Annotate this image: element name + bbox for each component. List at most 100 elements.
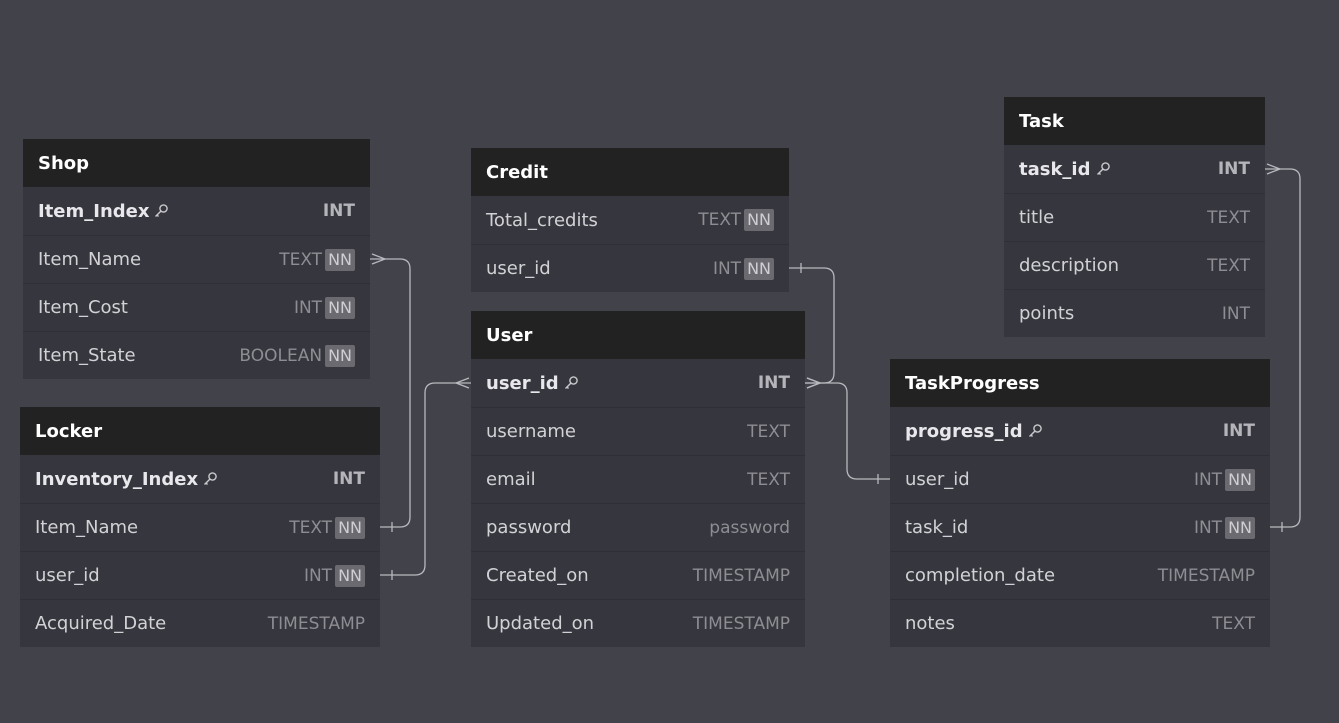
field-row-inventory-index[interactable]: Inventory_Index INT [20, 455, 380, 503]
many-marker [371, 253, 387, 265]
field-name-text: title [1019, 207, 1055, 228]
not-null-badge: NN [325, 344, 355, 367]
entity-header-task[interactable]: Task [1004, 97, 1265, 145]
entity-header-credit[interactable]: Credit [471, 148, 789, 196]
field-name-text: Item_Name [35, 517, 139, 538]
field-row-item-name[interactable]: Item_Name TEXT NN [20, 503, 380, 551]
entity-credit[interactable]: Credit Total_credits TEXT NN user_id INT NN [471, 148, 789, 292]
field-row-created-on[interactable]: Created_on TIMESTAMP [471, 551, 805, 599]
field-row-user-id[interactable]: user_id INT [471, 359, 805, 407]
field-row-points[interactable]: points INT [1004, 289, 1265, 337]
field-name: Inventory_Index [35, 469, 218, 490]
field-type-text: TEXT [289, 517, 333, 538]
field-name-text: notes [905, 613, 955, 634]
field-type-text: TEXT [1207, 207, 1250, 228]
field-name-text: Item_State [38, 345, 136, 366]
field-row-notes[interactable]: notes TEXT [890, 599, 1270, 647]
field-type: TIMESTAMP [693, 566, 790, 586]
field-row-user-id[interactable]: user_id INT NN [471, 244, 789, 292]
field-type: INT NN [1194, 516, 1255, 539]
not-null-badge: NN [1225, 516, 1255, 539]
field-name: user_id [905, 469, 970, 490]
field-type: INT [1222, 304, 1250, 324]
field-name-text: user_id [905, 469, 970, 490]
field-name: Updated_on [486, 613, 594, 634]
field-type: INT NN [712, 257, 774, 280]
field-name: Item_Index [38, 201, 169, 222]
entity-header-locker[interactable]: Locker [20, 407, 380, 455]
field-row-updated-on[interactable]: Updated_on TIMESTAMP [471, 599, 805, 647]
field-type-text: TEXT [698, 210, 742, 230]
many-marker [1266, 163, 1282, 175]
field-type: INT [758, 373, 790, 393]
field-row-item-name[interactable]: Item_Name TEXT NN [23, 235, 370, 283]
field-type-text: INT [332, 469, 365, 489]
field-name-text: task_id [1019, 158, 1091, 180]
field-row-progress-id[interactable]: progress_id INT [890, 407, 1270, 455]
field-name-text: user_id [35, 565, 100, 586]
field-name-text: Item_Index [38, 200, 150, 222]
field-row-item-cost[interactable]: Item_Cost INT NN [23, 283, 370, 331]
not-null-badge: NN [744, 209, 774, 231]
field-row-task-id[interactable]: task_id INT NN [890, 503, 1270, 551]
field-row-task-id[interactable]: task_id INT [1004, 145, 1265, 193]
field-row-user-id[interactable]: user_id INT NN [20, 551, 380, 599]
key-icon [563, 375, 579, 391]
entity-locker[interactable]: Locker Inventory_Index INT Item_Name TEXT NN u… [20, 407, 380, 647]
entity-header-taskprogress[interactable]: TaskProgress [890, 359, 1270, 407]
field-type-text: TIMESTAMP [692, 613, 790, 634]
not-null-badge: NN [325, 248, 355, 271]
field-name: progress_id [905, 421, 1043, 442]
field-row-email[interactable]: email TEXT [471, 455, 805, 503]
field-name-text: password [486, 517, 572, 538]
field-name-text: completion_date [905, 565, 1056, 586]
field-type: TIMESTAMP [1158, 566, 1255, 586]
key-icon [202, 471, 218, 487]
entity-task[interactable]: Task task_id INT title TEXT description TEXT po… [1004, 97, 1265, 337]
entity-fields-shop: Item_Index INT Item_Name TEXT NN Item_Cost INT… [23, 187, 370, 379]
field-type-text: TEXT [1212, 613, 1255, 634]
not-null-badge: NN [744, 257, 774, 280]
field-name-text: Created_on [486, 565, 589, 586]
field-row-password[interactable]: password password [471, 503, 805, 551]
field-row-item-index[interactable]: Item_Index INT [23, 187, 370, 235]
field-name: Total_credits [486, 210, 598, 231]
field-row-title[interactable]: title TEXT [1004, 193, 1265, 241]
field-name: user_id [486, 258, 551, 279]
field-name-text: progress_id [905, 420, 1023, 442]
entity-user[interactable]: User user_id INT username TEXT email TEXT passw… [471, 311, 805, 647]
field-name-text: Inventory_Index [35, 468, 199, 490]
entity-header-user[interactable]: User [471, 311, 805, 359]
not-null-badge: NN [335, 516, 365, 539]
entity-taskprogress[interactable]: TaskProgress progress_id INT user_id INT NN ta… [890, 359, 1270, 647]
field-type: TEXT NN [289, 516, 365, 539]
field-type: TEXT [1212, 614, 1255, 634]
field-type-text: TIMESTAMP [692, 565, 790, 586]
field-name: Item_Name [35, 517, 138, 538]
field-row-description[interactable]: description TEXT [1004, 241, 1265, 289]
key-icon [1027, 423, 1043, 439]
field-row-total-credits[interactable]: Total_credits TEXT NN [471, 196, 789, 244]
field-name-text: Total_credits [486, 209, 598, 231]
field-type-text: INT [712, 258, 742, 279]
field-name-text: email [486, 469, 536, 490]
entity-header-shop[interactable]: Shop [23, 139, 370, 187]
field-type-text: TEXT [1207, 255, 1250, 276]
field-row-completion-date[interactable]: completion_date TIMESTAMP [890, 551, 1270, 599]
field-type: INT NN [1194, 468, 1255, 491]
many-marker [806, 377, 822, 389]
field-row-username[interactable]: username TEXT [471, 407, 805, 455]
field-row-user-id[interactable]: user_id INT NN [890, 455, 1270, 503]
field-name-text: points [1019, 303, 1075, 324]
field-name: Item_Cost [38, 297, 128, 318]
field-name-text: user_id [486, 258, 551, 279]
field-type: password [709, 518, 790, 538]
many-marker [806, 377, 822, 389]
field-row-acquired-date[interactable]: Acquired_Date TIMESTAMP [20, 599, 380, 647]
field-type-text: TEXT [747, 421, 790, 442]
not-null-badge: NN [335, 564, 365, 587]
field-type: TIMESTAMP [693, 614, 790, 634]
entity-shop[interactable]: Shop Item_Index INT Item_Name TEXT NN Item_Cos… [23, 139, 370, 379]
field-row-item-state[interactable]: Item_State BOOLEAN NN [23, 331, 370, 379]
field-name: password [486, 517, 571, 538]
